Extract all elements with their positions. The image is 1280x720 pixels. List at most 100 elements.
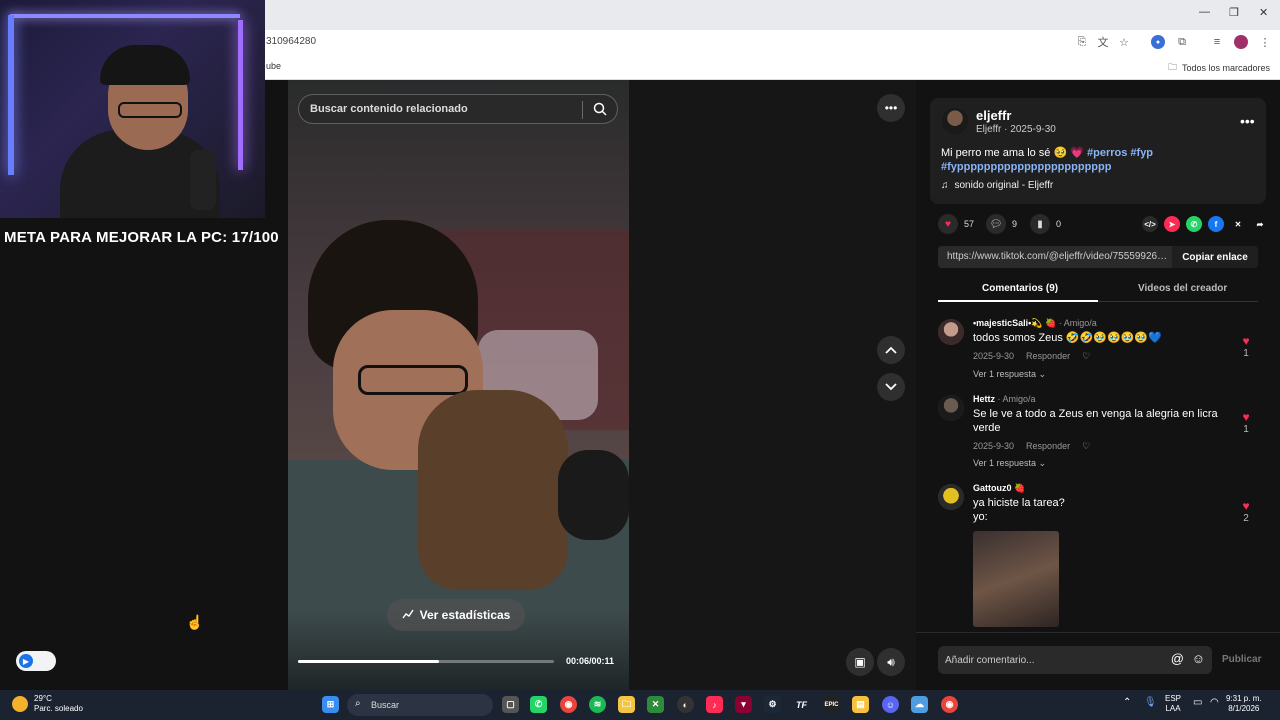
- video-time: 00:06/00:11: [566, 656, 615, 666]
- mention-icon[interactable]: @: [1171, 651, 1184, 666]
- more-options-icon[interactable]: •••: [877, 94, 905, 122]
- bookmark-item[interactable]: ube: [266, 61, 281, 71]
- translate-icon[interactable]: 文: [1096, 35, 1110, 49]
- reaction-icon[interactable]: ♡: [1082, 441, 1090, 452]
- copy-link-button[interactable]: Copiar enlace: [1172, 246, 1258, 268]
- commenter-avatar[interactable]: [938, 484, 964, 510]
- tab-creator-videos[interactable]: Videos del creador: [1138, 283, 1227, 294]
- comment-text: Se le ve a todo a Zeus en venga la alegr…: [973, 408, 1218, 434]
- bookmark-star-icon[interactable]: ☆: [1117, 35, 1131, 49]
- music-link[interactable]: ♫ sonido original - Eljeffr: [941, 180, 1053, 191]
- description-text: Mi perro me ama lo sé 🥹 💗: [941, 147, 1084, 159]
- monitor-icon[interactable]: ▭: [1193, 698, 1202, 708]
- comment-input[interactable]: Añadir comentario... @ ☺: [938, 646, 1212, 674]
- comment-image[interactable]: [973, 531, 1059, 627]
- github-icon[interactable]: ◐: [677, 696, 694, 713]
- xbox-icon[interactable]: ✕: [647, 696, 664, 713]
- emoji-icon[interactable]: ☺: [1192, 651, 1205, 666]
- task-view-icon[interactable]: ▢: [502, 696, 519, 713]
- comment-like-button[interactable]: ♥ 2: [1234, 499, 1258, 524]
- url-text[interactable]: 310964280: [266, 36, 316, 47]
- facebook-icon[interactable]: f: [1208, 216, 1224, 232]
- reply-button[interactable]: Responder: [1026, 351, 1070, 362]
- spotify-icon[interactable]: ≋: [589, 696, 606, 713]
- commenter-avatar[interactable]: [938, 395, 964, 421]
- pip-icon[interactable]: ▣: [846, 648, 874, 676]
- weather-widget[interactable]: 29°C Parc. soleado: [12, 694, 83, 714]
- commenter-name[interactable]: Hettz · Amigo/a: [973, 394, 1036, 404]
- media-control-icon[interactable]: ≡: [1210, 35, 1224, 49]
- cloud-app-icon[interactable]: ☁: [911, 696, 928, 713]
- reply-button[interactable]: Responder: [1026, 441, 1070, 452]
- post-actions: ♥ 57 💬︎ 9 ▮ 0 </> ➤ ✆ f ✕ ➦: [938, 214, 1268, 236]
- hashtag-fyp[interactable]: #fyppppppppppppppppppppppp: [941, 161, 1111, 173]
- maximize-button[interactable]: ❐: [1229, 6, 1239, 19]
- epic-games-icon[interactable]: EPIC: [823, 696, 840, 713]
- volume-icon[interactable]: 🔊︎: [877, 648, 905, 676]
- view-replies-button[interactable]: Ver 1 respuesta ⌄: [973, 369, 1046, 380]
- whatsapp-icon[interactable]: ✆: [1186, 216, 1202, 232]
- hashtags[interactable]: #perros #fyp: [1087, 147, 1153, 159]
- language-indicator[interactable]: ESP LAA: [1165, 694, 1181, 714]
- start-windows-icon[interactable]: ⊞: [322, 696, 339, 713]
- post-more-icon[interactable]: •••: [1240, 113, 1255, 129]
- reaction-icon[interactable]: ♡: [1082, 351, 1090, 362]
- whatsapp-icon[interactable]: ✆: [530, 696, 547, 713]
- related-search-input[interactable]: Buscar contenido relacionado: [298, 94, 618, 124]
- comment-button[interactable]: 💬︎ 9: [986, 214, 1017, 234]
- author-subtitle: Eljeffr · 2025-9-30: [976, 124, 1056, 135]
- tray-chevron-icon[interactable]: ⌃: [1123, 698, 1131, 708]
- comment-like-button[interactable]: ♥ 1: [1234, 410, 1258, 435]
- chrome-menu-icon[interactable]: ⋮: [1258, 35, 1272, 49]
- minimize-button[interactable]: —: [1199, 6, 1210, 18]
- all-bookmarks[interactable]: 🗀 Todos los marcadores: [1168, 60, 1270, 76]
- commenter-name-text: Hettz: [973, 394, 995, 404]
- install-icon[interactable]: ⎘: [1075, 35, 1089, 49]
- profile-avatar[interactable]: [1234, 35, 1248, 49]
- comment-like-button[interactable]: ♥ 1: [1234, 334, 1258, 359]
- comment-text: ya hiciste la tarea? yo:: [973, 496, 1233, 524]
- commenter-name[interactable]: •majesticSali•💫 🍓 · Amigo/a: [973, 318, 1097, 329]
- save-button[interactable]: ▮ 0: [1030, 214, 1061, 234]
- toggle-switch[interactable]: ▶: [16, 651, 56, 671]
- view-replies-button[interactable]: Ver 1 respuesta ⌄: [973, 458, 1046, 469]
- commenter-name[interactable]: Gattouz0 🍓: [973, 483, 1025, 494]
- app-icon[interactable]: ▾: [735, 696, 752, 713]
- share-arrow-icon[interactable]: ➦: [1252, 216, 1268, 232]
- wifi-icon[interactable]: ◠: [1210, 698, 1219, 708]
- author-name[interactable]: eljeffr: [976, 108, 1011, 123]
- save-count: 0: [1056, 219, 1062, 229]
- commenter-avatar[interactable]: [938, 319, 964, 345]
- taskbar-search[interactable]: ⌕ Buscar: [347, 694, 493, 716]
- comment-text-line: yo:: [973, 511, 988, 523]
- like-button[interactable]: ♥ 57: [938, 214, 974, 234]
- clock[interactable]: 9:31 p. m. 8/1/2026: [1226, 694, 1262, 714]
- steam-icon[interactable]: ⚙: [764, 696, 781, 713]
- embed-icon[interactable]: </>: [1142, 216, 1158, 232]
- chrome-icon[interactable]: ◉: [560, 696, 577, 713]
- previous-video-button[interactable]: [877, 336, 905, 364]
- view-stats-button[interactable]: Ver estadísticas: [387, 599, 525, 631]
- comment-date: 2025-9-30: [973, 441, 1015, 451]
- tf-app-icon[interactable]: TF: [793, 696, 810, 713]
- next-video-button[interactable]: [877, 373, 905, 401]
- sticky-notes-icon[interactable]: ▤: [852, 696, 869, 713]
- file-explorer-icon[interactable]: 🗀: [618, 696, 635, 713]
- publish-button[interactable]: Publicar: [1222, 654, 1261, 665]
- chrome-active-icon[interactable]: ◉: [941, 696, 958, 713]
- send-icon[interactable]: ➤: [1164, 216, 1180, 232]
- discord-icon[interactable]: ☺: [882, 696, 899, 713]
- x-icon[interactable]: ✕: [1230, 216, 1246, 232]
- extension-icon[interactable]: ●: [1151, 35, 1165, 49]
- tab-comments[interactable]: Comentarios (9): [982, 283, 1058, 294]
- video-progress-bar[interactable]: [298, 660, 554, 663]
- tiktok-icon[interactable]: ♪: [706, 696, 723, 713]
- close-window-button[interactable]: ✕: [1259, 6, 1268, 19]
- stream-goal-text: META PARA MEJORAR LA PC: 17/100: [4, 229, 279, 246]
- extensions-puzzle-icon[interactable]: ⧉: [1175, 35, 1189, 49]
- comment-text-line: ya hiciste la tarea?: [973, 497, 1065, 509]
- mic-icon[interactable]: 🎙︎: [1144, 698, 1157, 708]
- share-link-box[interactable]: https://www.tiktok.com/@eljeffr/video/75…: [938, 246, 1258, 268]
- author-avatar[interactable]: [941, 107, 969, 135]
- search-icon[interactable]: [593, 102, 607, 121]
